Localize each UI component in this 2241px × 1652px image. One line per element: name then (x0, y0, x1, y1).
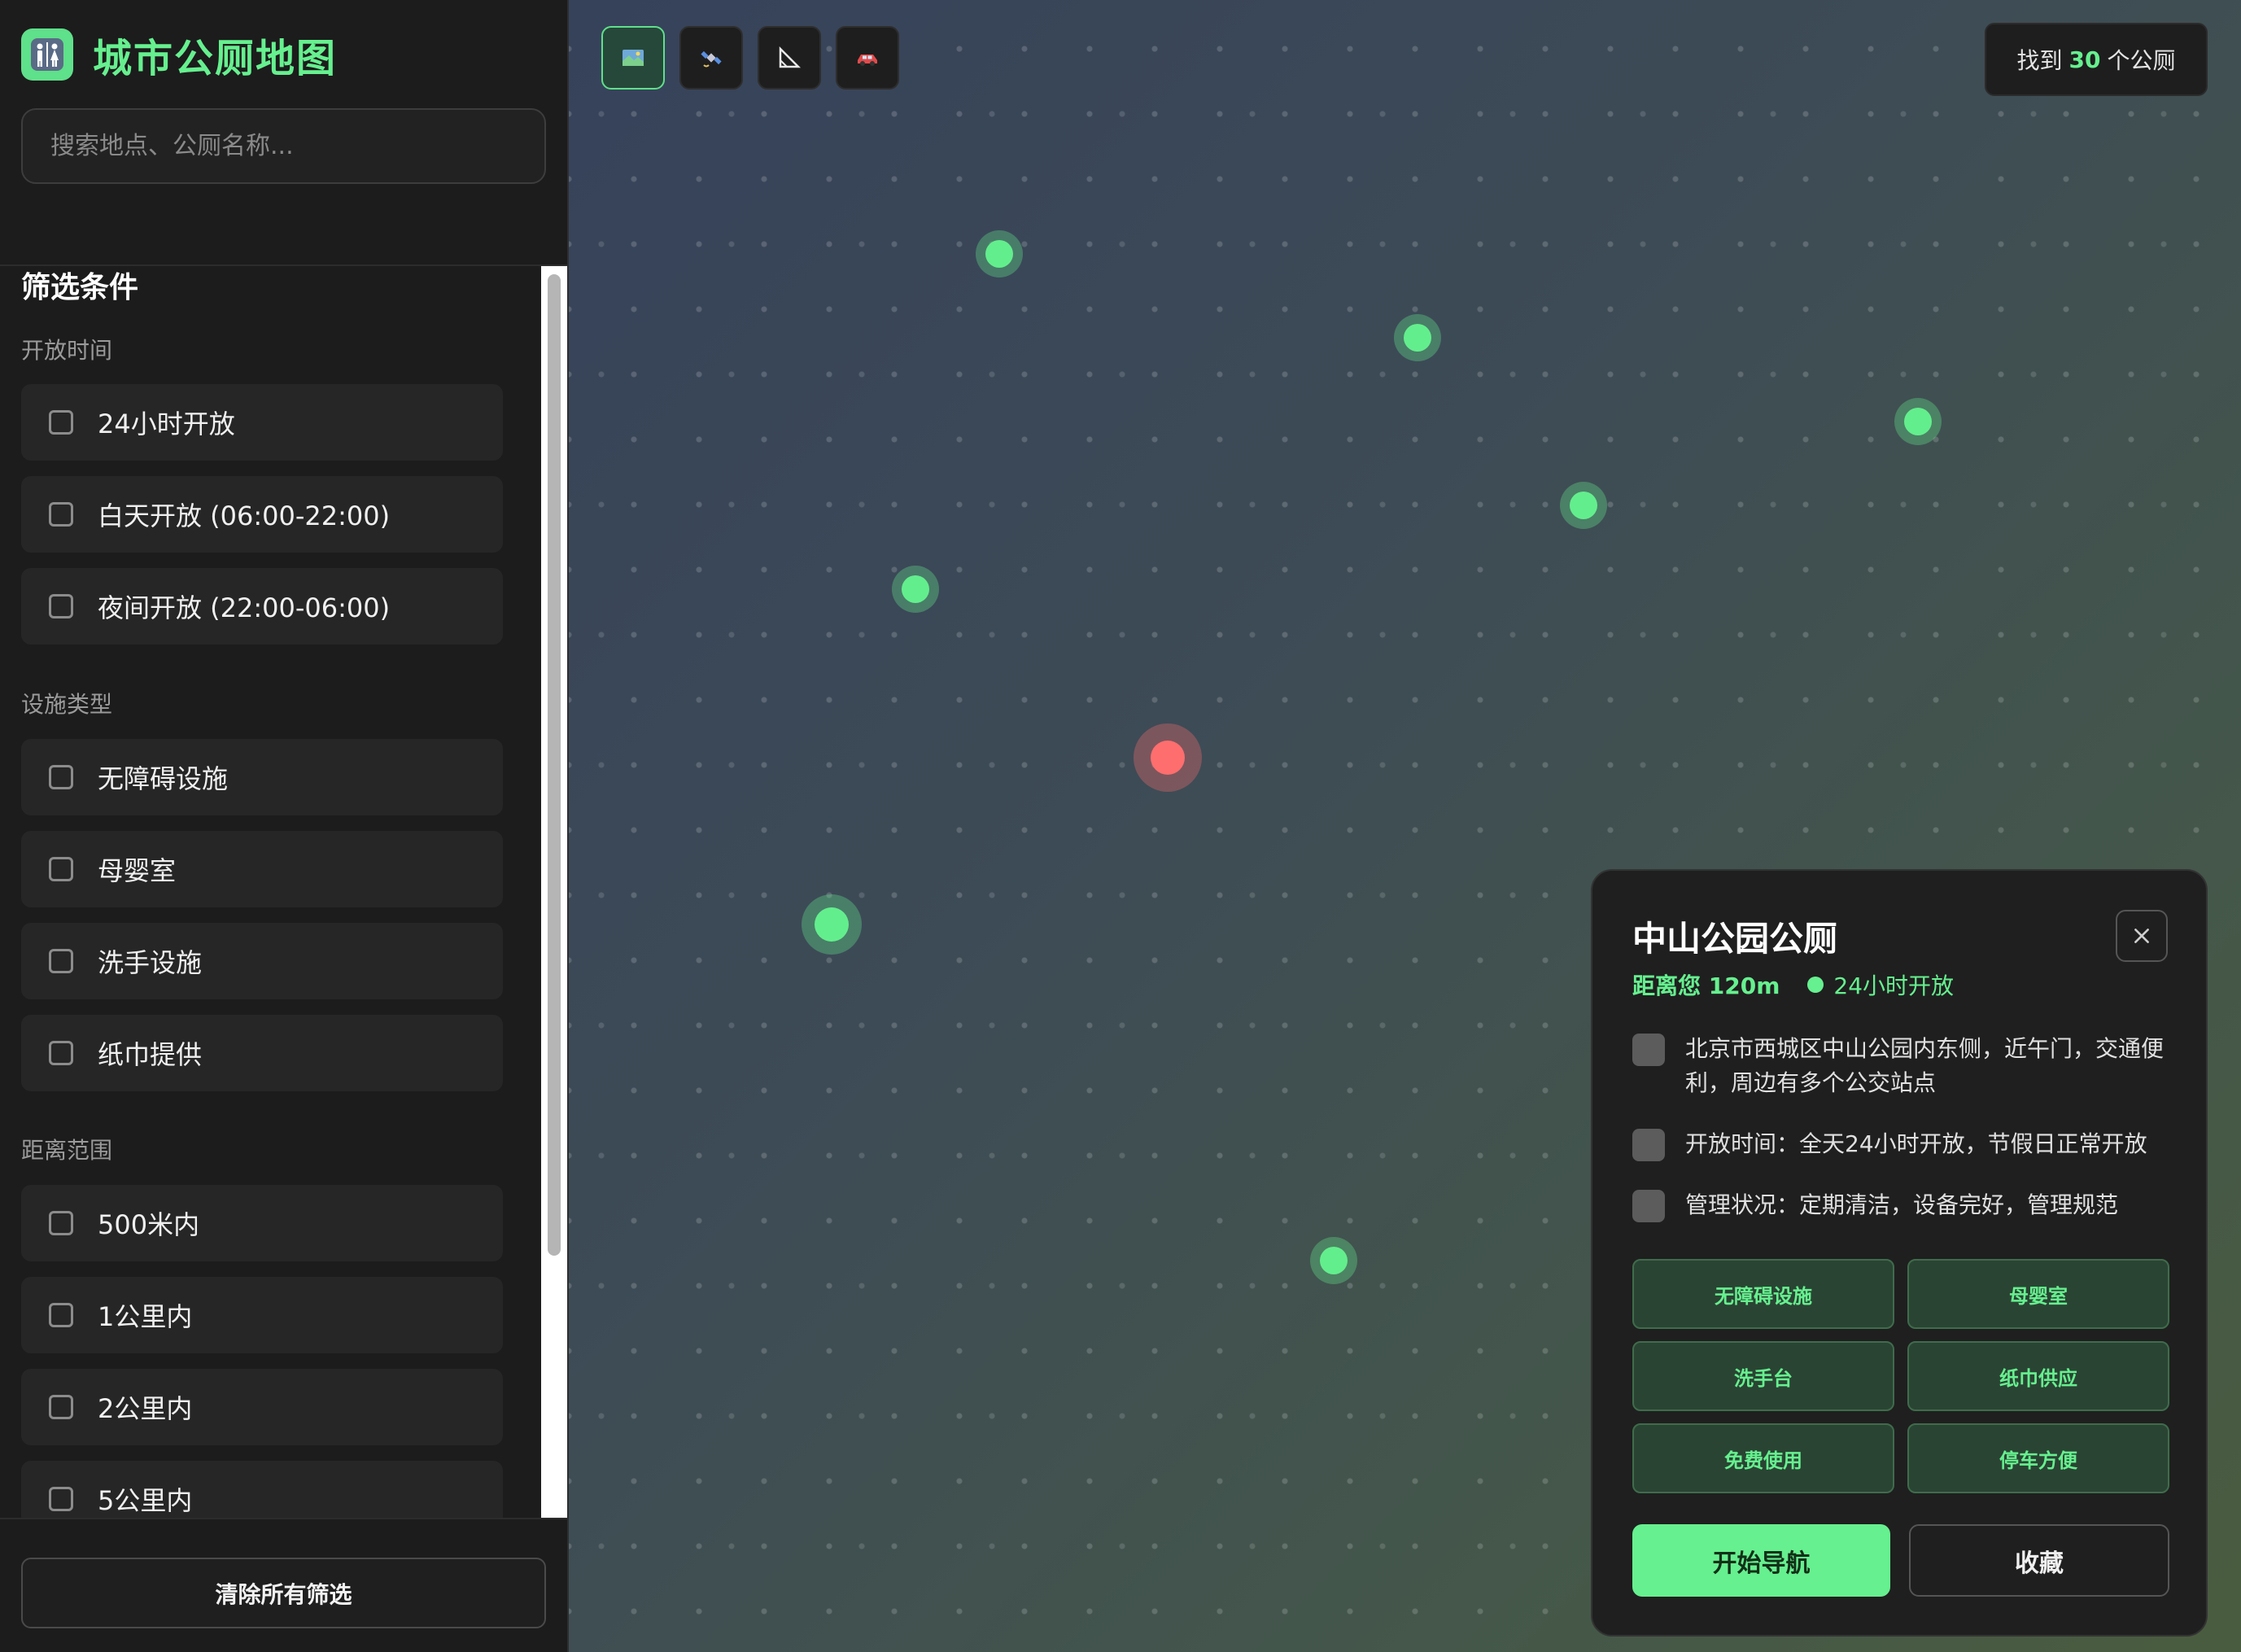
close-button[interactable] (2116, 910, 2168, 962)
map-view-icon (622, 50, 644, 66)
favorite-button[interactable]: 收藏 (1909, 1524, 2169, 1597)
app-header: 城市公厕地图 (21, 28, 337, 81)
filter-panel[interactable]: 筛选条件 开放时间 24小时开放 白天开放 (06:00-22:00) 夜间开放… (0, 266, 541, 1518)
checkbox[interactable] (49, 857, 73, 881)
checkbox[interactable] (49, 1487, 73, 1511)
car-icon (858, 55, 877, 66)
filter-option-label: 洗手设施 (98, 947, 203, 978)
info-row-hours: 开放时间：全天24小时开放，节假日正常开放 (1632, 1127, 2182, 1161)
clear-filters-button[interactable]: 清除所有筛选 (21, 1558, 546, 1628)
restroom-marker[interactable] (1894, 398, 1942, 445)
management-icon (1632, 1190, 1665, 1222)
checkbox[interactable] (49, 502, 73, 527)
filter-option-label: 1公里内 (98, 1301, 193, 1332)
restroom-marker[interactable] (976, 230, 1023, 278)
close-icon (2134, 929, 2149, 943)
filter-option-label: 无障碍设施 (98, 763, 229, 794)
scrollbar-thumb[interactable] (548, 274, 561, 1256)
restroom-icon (21, 28, 73, 81)
group-label-distance: 距离范围 (21, 1137, 113, 1164)
filter-option-label: 白天开放 (06:00-22:00) (98, 500, 391, 531)
group-label-facilities: 设施类型 (21, 691, 113, 718)
measure-button[interactable] (758, 26, 821, 90)
group-label-hours: 开放时间 (21, 337, 113, 364)
filter-option-500m[interactable]: 500米内 (21, 1185, 503, 1261)
info-row-address: 北京市西城区中山公园内东侧，近午门，交通便利，周边有多个公交站点 (1632, 1032, 2182, 1100)
checkbox[interactable] (49, 594, 73, 618)
facility-tag: 母婴室 (1907, 1259, 2169, 1329)
restroom-marker[interactable] (1560, 482, 1607, 529)
restroom-detail-card: 中山公园公厕 距离您 120m 24小时开放 北京市西城区中山公园内东侧，近午门… (1591, 869, 2208, 1637)
result-count-value: 30 (2068, 46, 2101, 73)
checkbox[interactable] (49, 1303, 73, 1327)
filter-option-2km[interactable]: 2公里内 (21, 1369, 503, 1445)
facility-tag: 无障碍设施 (1632, 1259, 1894, 1329)
filter-option-daytime[interactable]: 白天开放 (06:00-22:00) (21, 476, 503, 553)
checkbox[interactable] (49, 1211, 73, 1235)
address-text: 北京市西城区中山公园内东侧，近午门，交通便利，周边有多个公交站点 (1685, 1035, 2165, 1096)
restroom-meta: 距离您 120m 24小时开放 (1632, 968, 1954, 1001)
map-view-button[interactable] (601, 26, 665, 90)
info-row-management: 管理状况：定期清洁，设备完好，管理规范 (1632, 1188, 2182, 1222)
result-count-suffix: 个公厕 (2107, 47, 2176, 74)
facility-tag: 免费使用 (1632, 1423, 1894, 1493)
facility-tag: 停车方便 (1907, 1423, 2169, 1493)
location-icon (1632, 1034, 1665, 1066)
distance-label: 距离您 120m (1632, 972, 1780, 999)
filter-option-label: 母婴室 (98, 855, 177, 886)
measure-icon (779, 46, 802, 68)
checkbox[interactable] (49, 1041, 73, 1065)
restroom-name: 中山公园公厕 (1632, 919, 1838, 959)
filter-option-tissue[interactable]: 纸巾提供 (21, 1015, 503, 1091)
filter-option-label: 500米内 (98, 1209, 200, 1240)
hours-badge: 24小时开放 (1833, 972, 1955, 999)
map-canvas[interactable]: 找到 30 个公厕 中山公园公厕 距离您 120m 24小时开放 北京市西城区中… (569, 0, 2241, 1652)
status-dot-icon (1807, 977, 1824, 993)
satellite-button[interactable] (679, 26, 743, 90)
result-count-prefix: 找到 (2016, 47, 2063, 74)
restroom-marker[interactable] (1310, 1237, 1357, 1284)
checkbox[interactable] (49, 765, 73, 789)
divider (0, 1518, 567, 1519)
filter-option-label: 2公里内 (98, 1393, 193, 1424)
checkbox[interactable] (49, 949, 73, 973)
car-route-button[interactable] (836, 26, 899, 90)
app-title: 城市公厕地图 (93, 36, 338, 81)
result-count: 找到 30 个公厕 (1985, 23, 2208, 96)
hours-text: 开放时间：全天24小时开放，节假日正常开放 (1685, 1130, 2147, 1157)
filter-option-label: 24小时开放 (98, 409, 235, 439)
facility-tag: 洗手台 (1632, 1341, 1894, 1411)
filter-option-accessible[interactable]: 无障碍设施 (21, 739, 503, 815)
start-navigation-button[interactable]: 开始导航 (1632, 1524, 1890, 1597)
restroom-marker-selected[interactable] (802, 894, 862, 955)
filter-option-label: 纸巾提供 (98, 1039, 203, 1070)
checkbox[interactable] (49, 410, 73, 435)
filter-option-5km[interactable]: 5公里内 (21, 1461, 503, 1518)
search-input[interactable] (21, 108, 546, 184)
filter-option-1km[interactable]: 1公里内 (21, 1277, 503, 1353)
filter-option-handwash[interactable]: 洗手设施 (21, 923, 503, 999)
filter-option-baby-room[interactable]: 母婴室 (21, 831, 503, 907)
filter-option-label: 5公里内 (98, 1485, 193, 1516)
facility-tag: 纸巾供应 (1907, 1341, 2169, 1411)
filter-option-night[interactable]: 夜间开放 (22:00-06:00) (21, 568, 503, 645)
satellite-icon (701, 50, 722, 68)
restroom-marker[interactable] (892, 566, 939, 613)
management-text: 管理状况：定期清洁，设备完好，管理规范 (1685, 1191, 2119, 1218)
restroom-marker[interactable] (1394, 314, 1441, 361)
filter-option-label: 夜间开放 (22:00-06:00) (98, 592, 391, 623)
checkbox[interactable] (49, 1395, 73, 1419)
filter-title: 筛选条件 (21, 271, 139, 304)
clock-icon (1632, 1129, 1665, 1161)
filter-option-24h[interactable]: 24小时开放 (21, 384, 503, 461)
user-location-marker (1134, 723, 1202, 792)
sidebar: 城市公厕地图 筛选条件 开放时间 24小时开放 白天开放 (06:00-22:0… (0, 0, 569, 1652)
